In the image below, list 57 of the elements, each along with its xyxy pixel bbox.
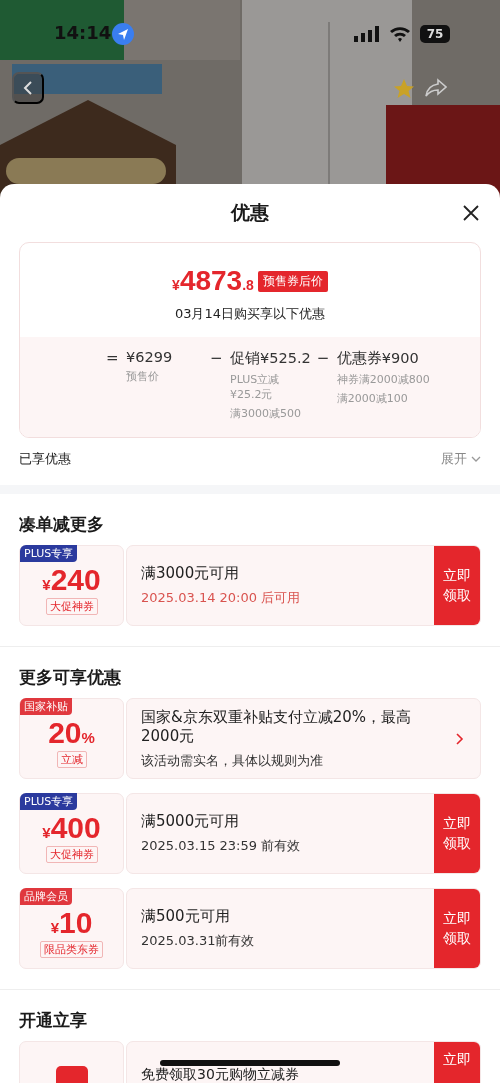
claim-button[interactable]: 立即领取	[434, 546, 480, 625]
price-detail: 满3000减500	[230, 406, 302, 421]
operator: −	[210, 349, 224, 369]
coupon-label: 限品类东券	[40, 940, 103, 958]
chevron-right-icon[interactable]	[454, 732, 464, 745]
section-title: 开通立享	[19, 1009, 88, 1032]
wifi-icon	[389, 25, 411, 42]
share-icon[interactable]	[425, 78, 447, 98]
back-button[interactable]	[12, 72, 44, 104]
battery-indicator: 75	[420, 25, 450, 43]
location-icon	[112, 23, 134, 45]
operator: −	[316, 349, 331, 369]
claim-button[interactable]: 立即	[434, 1042, 480, 1083]
price-component: ¥6299	[126, 349, 174, 365]
section-title: 凑单减更多	[19, 513, 105, 536]
coupon-validity: 2025.03.14 20:00 后可用	[141, 589, 302, 607]
coupon-label: 大促神券	[45, 597, 98, 615]
coupon-amount: 20%	[48, 717, 95, 748]
price-component: 促销¥525.2	[230, 349, 311, 368]
back-icon	[22, 80, 34, 96]
enjoyed-label: 已享优惠	[19, 450, 71, 468]
coupon-tag: 国家补贴	[20, 698, 72, 715]
coupon-amount: ¥240	[42, 564, 101, 595]
section-title: 更多可享优惠	[19, 666, 122, 689]
status-time: 14:14	[54, 22, 112, 43]
operator: =	[106, 349, 120, 369]
price-badge: 预售券后价	[257, 270, 328, 292]
coupon-tag: PLUS专享	[20, 545, 78, 562]
chevron-down-icon	[471, 455, 481, 463]
coupon-tag: 品牌会员	[20, 888, 72, 905]
price-detail: 满2000减100	[336, 391, 409, 406]
price-component: 优惠券¥900	[336, 349, 420, 368]
coupon-title: 国家&京东双重补贴支付立减20%，最高2000元	[141, 707, 413, 746]
expand-toggle[interactable]: 展开	[441, 450, 481, 468]
coupon-title: 满5000元可用	[141, 812, 241, 831]
coupon-amount: ¥10	[50, 907, 93, 938]
coupon-title: 满3000元可用	[141, 564, 241, 583]
price-detail: PLUS立减¥25.2元	[230, 372, 281, 402]
coupon-validity: 该活动需实名，具体以规则为准	[141, 751, 324, 770]
signal-icon	[354, 26, 380, 42]
claim-button[interactable]: 立即领取	[434, 889, 480, 968]
final-price: ¥4873.8	[172, 265, 254, 297]
coupon-tag: PLUS专享	[20, 793, 78, 810]
claim-button[interactable]: 立即领取	[434, 794, 480, 873]
coupon-label: 大促神券	[45, 845, 98, 863]
sheet-title: 优惠	[231, 200, 269, 225]
close-icon[interactable]	[462, 204, 480, 222]
coupon-validity: 2025.03.15 23:59 前有效	[141, 837, 302, 855]
purchase-note: 03月14日购买享以下优惠	[174, 305, 326, 323]
coupon-title: 免费领取30元购物立减券	[141, 1067, 300, 1081]
star-icon[interactable]	[393, 78, 415, 100]
coupon-amount: ¥400	[42, 812, 101, 843]
coupon-label: 立减	[56, 750, 87, 768]
coupon-validity: 2025.03.31前有效	[141, 932, 256, 950]
price-detail: 预售价	[126, 369, 160, 384]
price-detail: 神券满2000减800	[336, 372, 431, 387]
coupon-title: 满500元可用	[141, 907, 231, 926]
